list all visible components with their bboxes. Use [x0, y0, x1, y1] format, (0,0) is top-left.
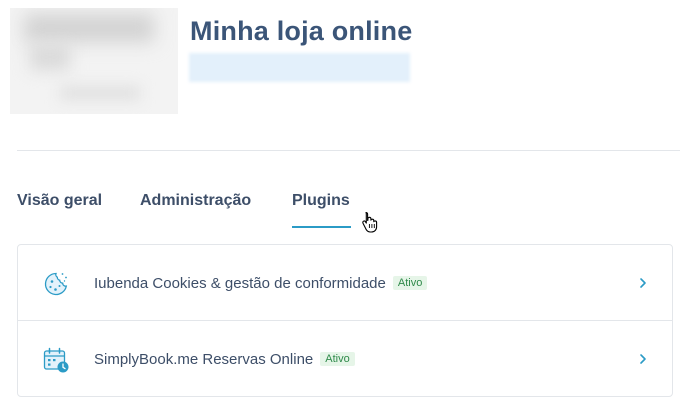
plugin-row-iubenda[interactable]: Iubenda Cookies & gestão de conformidade… — [18, 245, 672, 321]
store-thumbnail — [10, 8, 178, 114]
plugin-row-simplybook[interactable]: SimplyBook.me Reservas Online Ativo — [18, 321, 672, 397]
status-badge: Ativo — [392, 276, 428, 290]
hand-pointer-cursor-icon — [362, 211, 378, 233]
header-divider — [17, 150, 680, 151]
chevron-right-icon[interactable] — [638, 352, 648, 366]
calendar-clock-icon — [43, 347, 69, 373]
tab-administration[interactable]: Administração — [140, 192, 251, 228]
plugins-list: Iubenda Cookies & gestão de conformidade… — [17, 244, 673, 397]
store-title: Minha loja online — [190, 16, 413, 46]
cookie-icon — [44, 272, 68, 296]
store-url-blurred — [189, 53, 410, 82]
plugin-name: SimplyBook.me Reservas Online — [94, 351, 314, 368]
store-overview-page: Minha loja online Visão geral Administra… — [0, 0, 680, 405]
plugin-name: Iubenda Cookies & gestão de conformidade — [94, 275, 386, 292]
tab-plugins[interactable]: Plugins — [292, 192, 351, 228]
tab-overview[interactable]: Visão geral — [17, 192, 102, 228]
status-badge: Ativo — [320, 352, 355, 366]
chevron-right-icon[interactable] — [638, 276, 648, 290]
